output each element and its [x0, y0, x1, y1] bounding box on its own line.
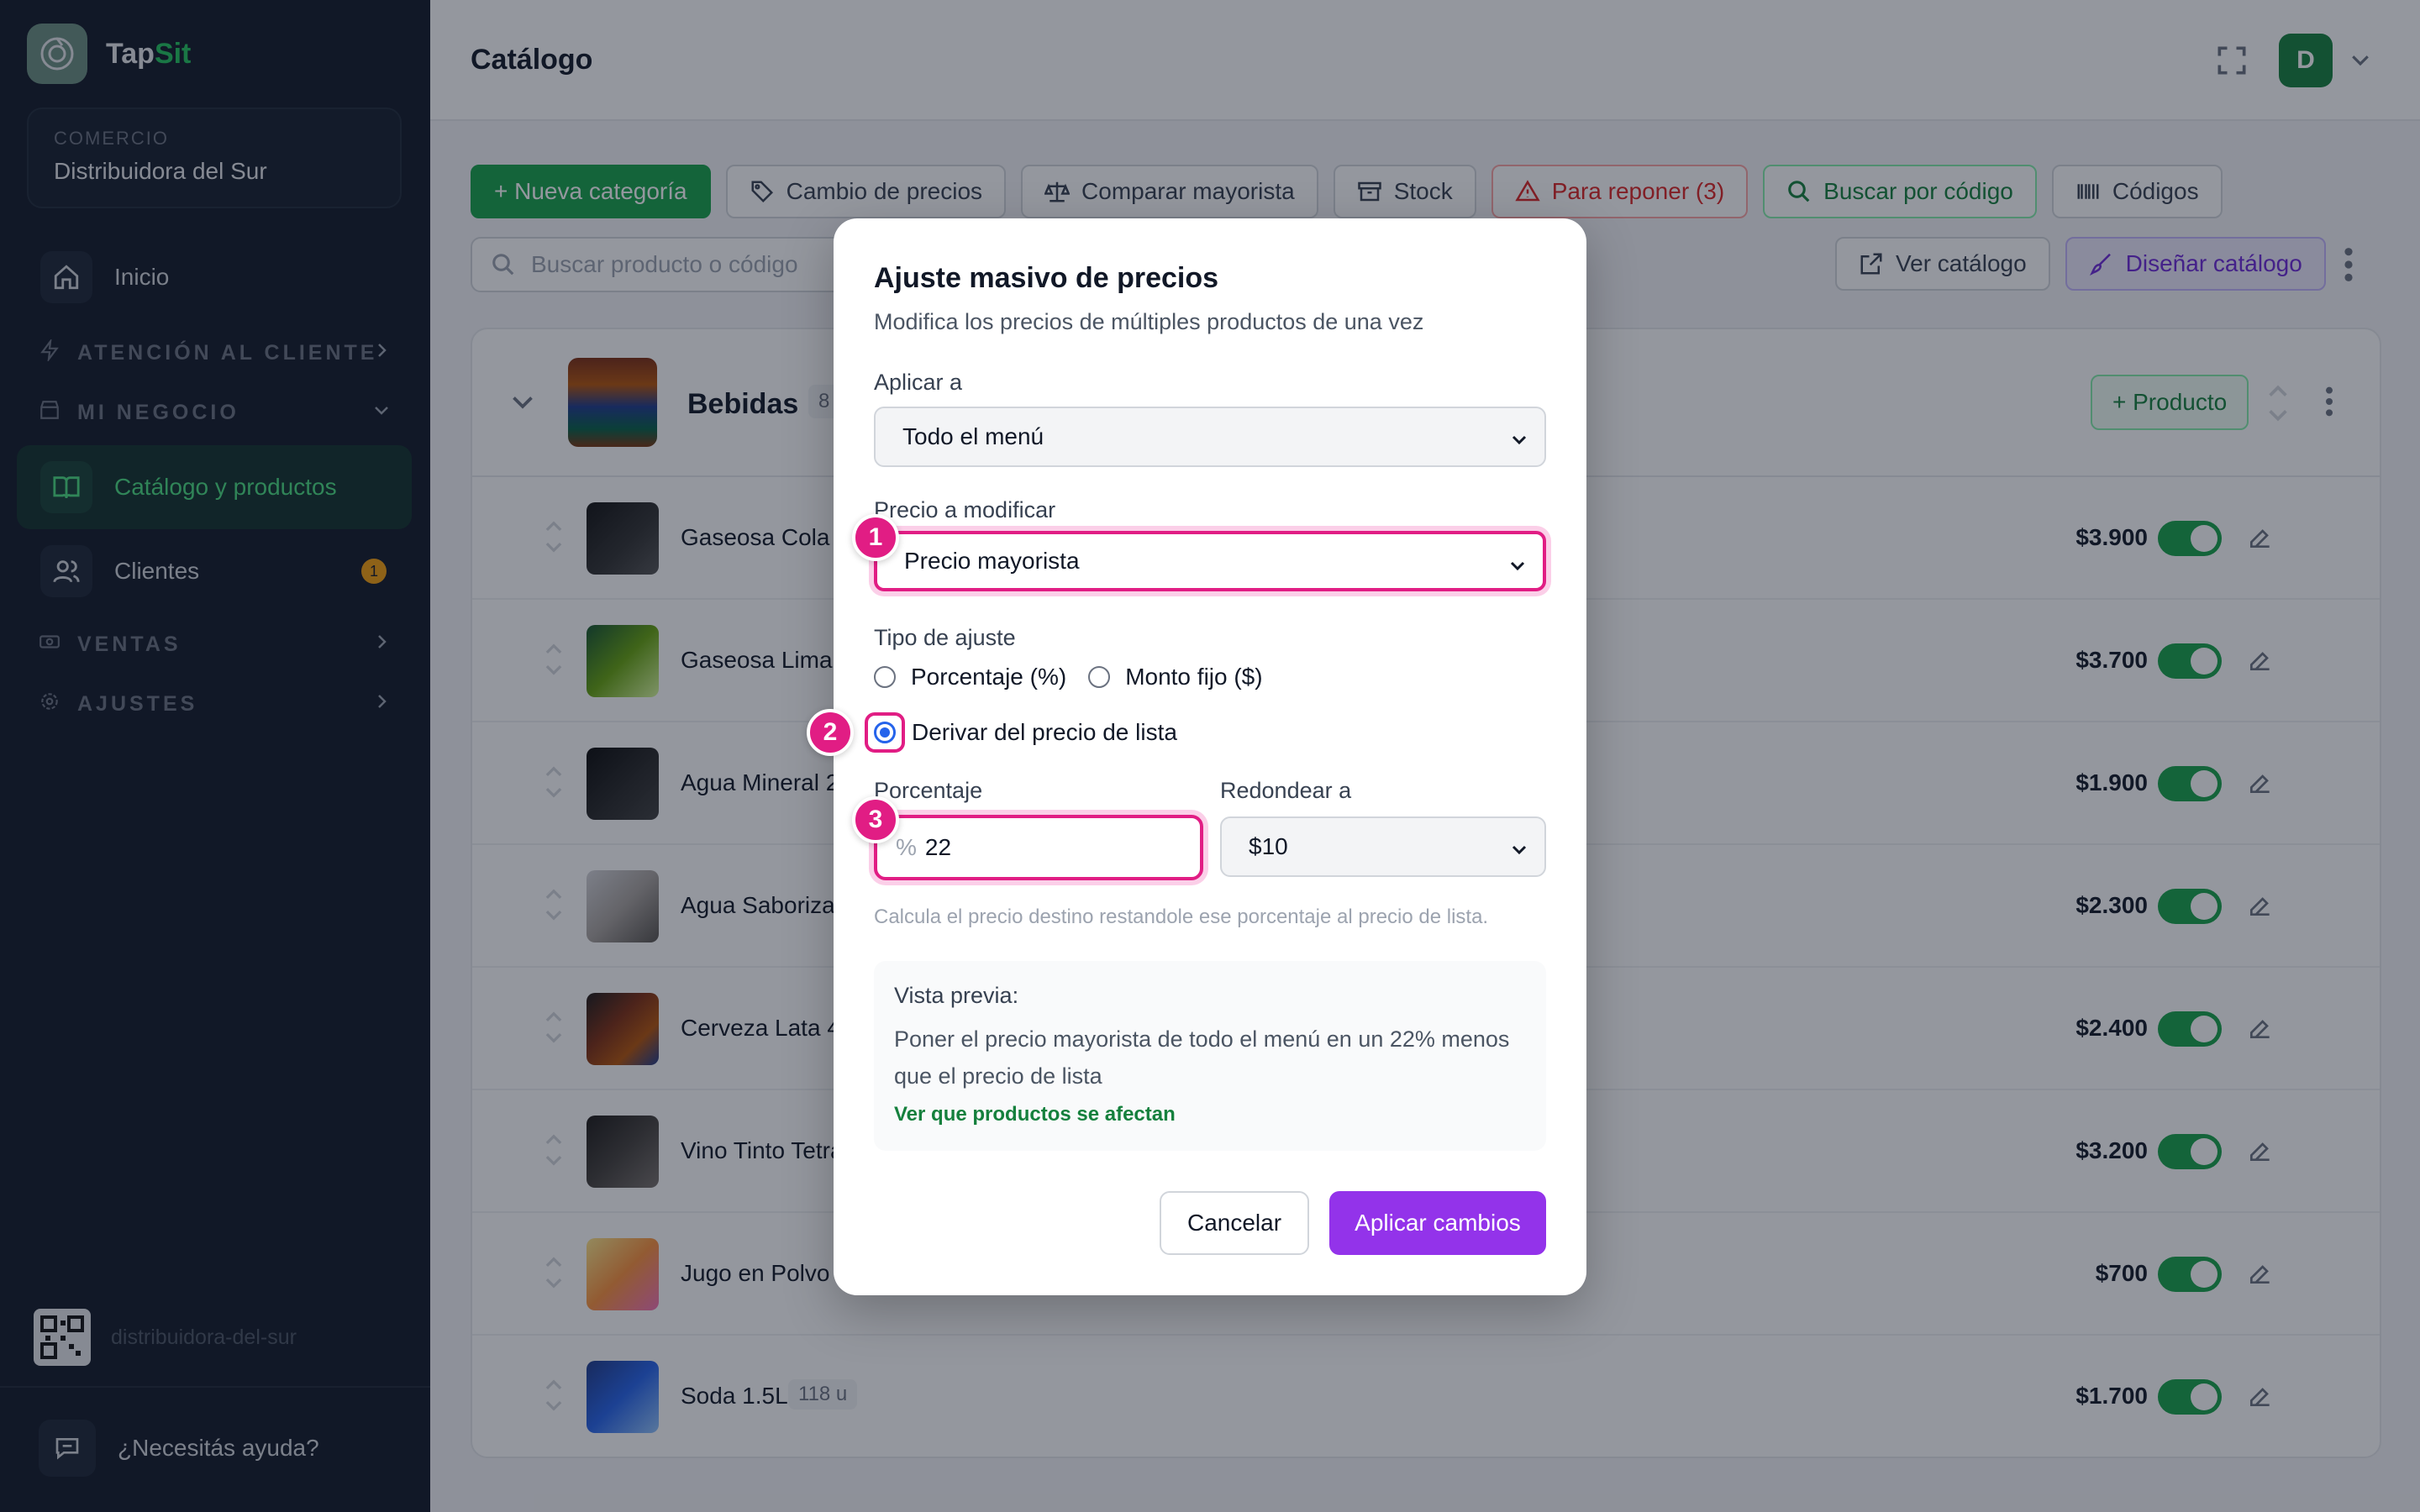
step-badge-3: 3 [852, 796, 899, 843]
apply-changes-button[interactable]: Aplicar cambios [1329, 1191, 1546, 1255]
radio-percent[interactable] [874, 666, 896, 688]
step-badge-2: 2 [807, 709, 854, 756]
radio-fixed-label: Monto fijo ($) [1125, 664, 1263, 690]
adjust-type-options: Porcentaje (%) Monto fijo ($) [874, 664, 1263, 690]
adjust-type-label: Tipo de ajuste [874, 625, 1016, 650]
preview-title: Vista previa: [894, 983, 1019, 1008]
preview-box: Vista previa: Poner el precio mayorista … [874, 961, 1546, 1151]
chevron-down-icon [1509, 428, 1529, 455]
modal-title: Ajuste masivo de precios [874, 262, 1219, 294]
affected-products-link[interactable]: Ver que productos se afectan [894, 1103, 1526, 1126]
round-select[interactable]: $10 [1220, 816, 1546, 877]
calculation-hint: Calcula el precio destino restandole ese… [874, 906, 1489, 928]
bulk-price-modal: Ajuste masivo de precios Modifica los pr… [834, 218, 1586, 1295]
chevron-down-icon [1507, 554, 1528, 581]
cancel-button[interactable]: Cancelar [1160, 1191, 1309, 1255]
radio-fixed[interactable] [1088, 666, 1111, 688]
percent-value: 22 [924, 834, 952, 860]
preview-text: Poner el precio mayorista de todo el men… [894, 1026, 1510, 1089]
round-label: Redondear a [1220, 778, 1352, 803]
apply-to-select[interactable]: Todo el menú [874, 407, 1546, 467]
price-to-modify-label: Precio a modificar [874, 497, 1056, 522]
radio-percent-label: Porcentaje (%) [911, 664, 1067, 690]
radio-derive-highlight [865, 712, 905, 753]
percent-input[interactable]: % 22 [874, 815, 1203, 880]
apply-to-label: Aplicar a [874, 370, 963, 395]
radio-derive-label: Derivar del precio de lista [912, 719, 1177, 745]
step-badge-1: 1 [852, 514, 899, 561]
percent-label: Porcentaje [874, 778, 983, 803]
percent-symbol: % [896, 834, 917, 860]
chevron-down-icon [1509, 838, 1529, 865]
derive-option: Derivar del precio de lista [865, 712, 1177, 753]
radio-derive[interactable] [874, 722, 896, 743]
price-to-modify-select[interactable]: Precio mayorista [874, 531, 1546, 591]
modal-subtitle: Modifica los precios de múltiples produc… [874, 309, 1424, 334]
